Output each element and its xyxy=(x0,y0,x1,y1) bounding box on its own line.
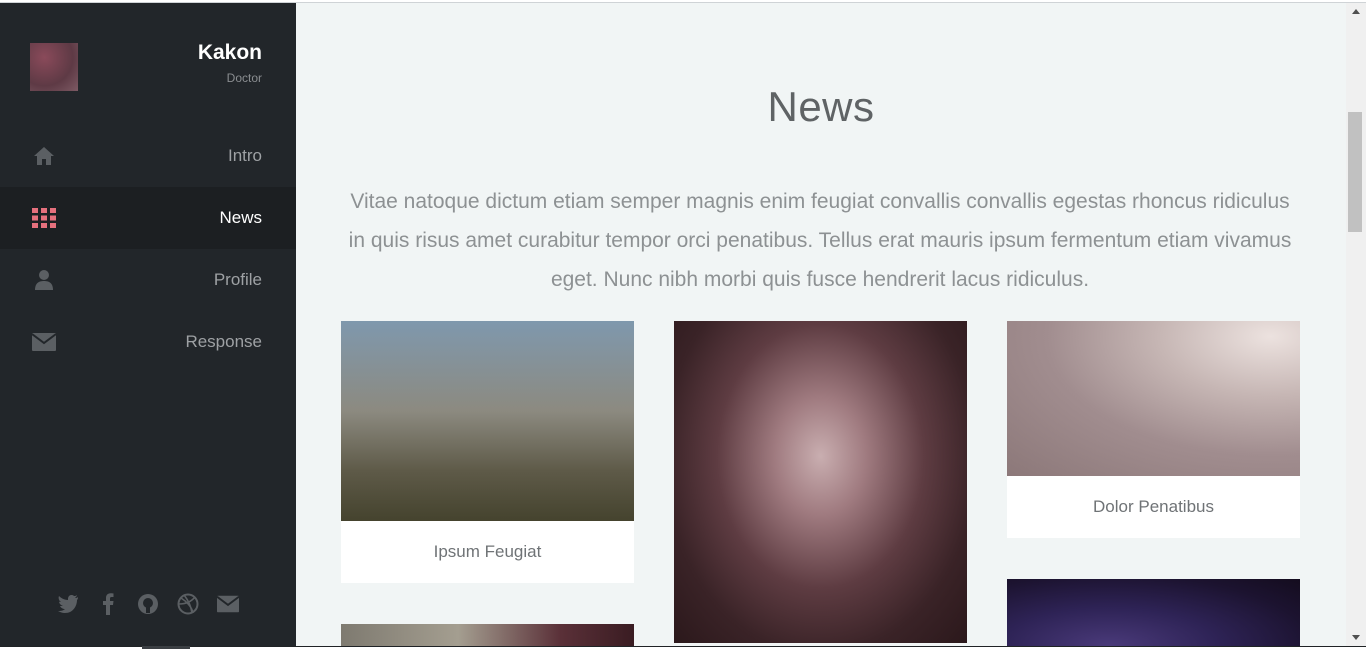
twitter-icon[interactable] xyxy=(57,593,79,615)
sidebar-item-label: Profile xyxy=(213,270,262,289)
social-links xyxy=(0,593,296,615)
github-icon[interactable] xyxy=(137,593,159,615)
sidebar-item-news[interactable]: News xyxy=(0,187,296,249)
news-card-caption[interactable]: Dolor Penatibus xyxy=(1007,476,1300,538)
sidebar-item-label: News xyxy=(219,208,262,227)
sidebar-item-intro[interactable]: Intro xyxy=(0,125,296,187)
sidebar-item-label: Response xyxy=(185,332,262,351)
window-bottom-border xyxy=(0,646,1366,654)
vertical-scrollbar[interactable] xyxy=(1346,3,1366,646)
email-icon[interactable] xyxy=(217,593,239,615)
news-card-image[interactable] xyxy=(674,321,967,643)
sidebar-item-profile[interactable]: Profile xyxy=(0,249,296,311)
taskbar-indicator xyxy=(142,646,190,649)
intro-text: Vitae natoque dictum etiam semper magnis… xyxy=(348,190,1292,291)
user-role: Doctor xyxy=(226,71,262,85)
news-card[interactable] xyxy=(674,321,967,643)
news-card-caption[interactable]: Ipsum Feugiat xyxy=(341,521,634,583)
news-card-image[interactable] xyxy=(1007,579,1300,646)
news-card[interactable]: Ipsum Feugiat xyxy=(341,321,634,583)
sidebar-item-label: Intro xyxy=(227,146,262,165)
main-content: News Vitae natoque dictum etiam semper m… xyxy=(296,3,1346,646)
sidebar-nav: Intro News Profile Response xyxy=(0,125,296,373)
page-title: News xyxy=(767,83,875,131)
news-card[interactable] xyxy=(341,624,634,646)
facebook-icon[interactable] xyxy=(97,593,119,615)
user-name: Kakon xyxy=(197,41,262,64)
avatar[interactable] xyxy=(30,43,78,91)
grid-icon xyxy=(32,206,56,230)
window-top-border xyxy=(0,0,1366,3)
envelope-icon xyxy=(32,330,56,354)
user-icon xyxy=(32,268,56,292)
news-card[interactable]: Dolor Penatibus xyxy=(1007,321,1300,538)
news-card[interactable] xyxy=(1007,579,1300,646)
scrollbar-thumb[interactable] xyxy=(1348,112,1362,232)
dribbble-icon[interactable] xyxy=(177,593,199,615)
sidebar-item-response[interactable]: Response xyxy=(0,311,296,373)
sidebar: Kakon Doctor Intro News Profile Response xyxy=(0,3,296,646)
news-card-image[interactable] xyxy=(1007,321,1300,476)
scroll-down-arrow-icon[interactable] xyxy=(1346,629,1366,646)
home-icon xyxy=(32,144,56,168)
scroll-up-arrow-icon[interactable] xyxy=(1346,3,1366,20)
news-card-image[interactable] xyxy=(341,321,634,521)
news-card-image[interactable] xyxy=(341,624,634,646)
